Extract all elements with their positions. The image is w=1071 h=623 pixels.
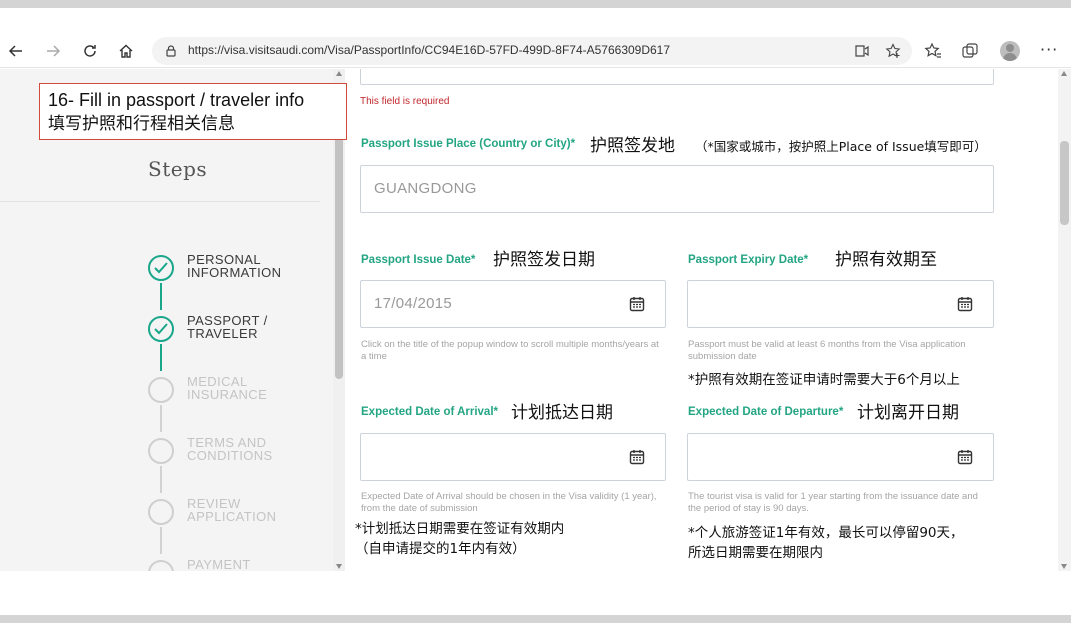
step-connector — [160, 283, 162, 310]
calendar-icon[interactable] — [629, 449, 645, 465]
profile-avatar[interactable] — [1000, 41, 1020, 61]
step-passport-traveler[interactable]: PASSPORT / TRAVELER — [148, 313, 328, 346]
issue-date-help: Click on the title of the popup window t… — [361, 339, 659, 362]
forward-button[interactable] — [40, 38, 66, 64]
calendar-icon[interactable] — [957, 449, 973, 465]
step-label: TERMS AND CONDITIONS — [187, 435, 273, 463]
step-label: MEDICAL INSURANCE — [187, 374, 268, 402]
annotation-text-cn: 填写护照和行程相关信息 — [48, 114, 235, 134]
departure-date-cn-requirement-2: 所选日期需要在期限内 — [688, 545, 823, 561]
departure-date-input[interactable] — [687, 433, 994, 481]
issue-date-input[interactable]: 17/04/2015 — [360, 280, 666, 328]
divider — [0, 201, 320, 202]
steps-sidebar: Steps PERSONAL INFORMATION PASSPORT / TR… — [0, 69, 333, 571]
window-bottom-area — [0, 571, 1071, 615]
step-status-circle — [148, 316, 174, 342]
step-connector — [160, 344, 162, 371]
arrival-date-label: Expected Date of Arrival* — [361, 406, 498, 418]
address-bar[interactable]: https://visa.visitsaudi.com/Visa/Passpor… — [152, 37, 912, 65]
departure-date-cn-note: 计划离开日期 — [857, 403, 959, 423]
expiry-date-input[interactable] — [687, 280, 994, 328]
expiry-date-cn-note: 护照有效期至 — [835, 250, 937, 270]
collections-icon[interactable] — [961, 42, 979, 60]
home-button[interactable] — [113, 38, 139, 64]
arrival-date-cn-note: 计划抵达日期 — [511, 403, 613, 423]
step-medical-insurance[interactable]: MEDICAL INSURANCE — [148, 374, 328, 407]
step-personal-information[interactable]: PERSONAL INFORMATION — [148, 252, 328, 285]
step-label: PASSPORT / TRAVELER — [187, 313, 268, 341]
step-status-circle — [148, 499, 174, 525]
step-status-circle — [148, 560, 174, 571]
window-bottom-border — [0, 615, 1071, 623]
departure-date-cn-requirement: *个人旅游签证1年有效，最长可以停留90天， — [688, 525, 964, 541]
url-text[interactable]: https://visa.visitsaudi.com/Visa/Passpor… — [188, 43, 670, 57]
issue-place-cn-subnote: （*国家或城市，按护照上Place of Issue填写即可） — [695, 139, 987, 154]
expiry-date-help: Passport must be valid at least 6 months… — [688, 339, 966, 362]
previous-field-input[interactable] — [360, 69, 994, 85]
issue-date-cn-note: 护照签发日期 — [493, 250, 595, 270]
scrollbar-thumb[interactable] — [1060, 141, 1069, 225]
tab-strip — [0, 8, 1071, 42]
step-label: REVIEW APPLICATION — [187, 496, 277, 524]
refresh-icon — [84, 45, 96, 57]
step-connector — [160, 466, 162, 493]
step-connector — [160, 405, 162, 432]
check-icon — [154, 262, 168, 274]
scroll-down-arrow-icon[interactable] — [1061, 564, 1067, 569]
issue-place-label: Passport Issue Place (Country or City)* — [361, 138, 576, 150]
arrival-date-cn-requirement-2: （自申请提交的1年内有效） — [355, 541, 526, 557]
expiry-date-label: Passport Expiry Date* — [688, 254, 809, 266]
arrival-date-help: Expected Date of Arrival should be chose… — [361, 491, 657, 514]
departure-date-label: Expected Date of Departure* — [688, 406, 844, 418]
issue-place-cn-note: 护照签发地 — [590, 136, 675, 156]
departure-date-help: The tourist visa is valid for 1 year sta… — [688, 491, 978, 514]
error-message: This field is required — [360, 96, 450, 107]
home-icon — [119, 44, 133, 58]
lock-icon[interactable] — [164, 44, 178, 58]
page-scrollbar[interactable] — [1058, 69, 1071, 571]
forward-icon — [47, 45, 61, 57]
calendar-icon[interactable] — [957, 296, 973, 312]
scroll-down-arrow-icon[interactable] — [336, 564, 342, 569]
read-aloud-icon[interactable] — [854, 43, 870, 59]
sidebar-scrollbar[interactable] — [333, 69, 345, 571]
expiry-date-cn-requirement: *护照有效期在签证申请时需要大于6个月以上 — [688, 372, 960, 388]
refresh-button[interactable] — [77, 38, 103, 64]
step-terms-and-conditions[interactable]: TERMS AND CONDITIONS — [148, 435, 328, 468]
calendar-icon[interactable] — [629, 296, 645, 312]
check-icon — [154, 323, 168, 335]
step-payment[interactable]: PAYMENT — [148, 557, 328, 571]
issue-place-value: GUANGDONG — [374, 180, 477, 197]
annotation-box: 16- Fill in passport / traveler info 填写护… — [39, 83, 347, 140]
step-connector — [160, 527, 162, 554]
browser-toolbar: https://visa.visitsaudi.com/Visa/Passpor… — [0, 34, 1071, 68]
scroll-up-arrow-icon[interactable] — [1061, 71, 1067, 76]
step-review-application[interactable]: REVIEW APPLICATION — [148, 496, 328, 529]
back-button[interactable] — [3, 38, 29, 64]
more-icon[interactable]: ··· — [1040, 40, 1058, 59]
favorites-icon[interactable] — [924, 42, 942, 60]
issue-date-value: 17/04/2015 — [374, 295, 453, 312]
step-label: PAYMENT — [187, 557, 251, 571]
step-label: PERSONAL INFORMATION — [187, 252, 282, 280]
arrival-date-cn-requirement: *计划抵达日期需要在签证有效期内 — [355, 521, 565, 537]
annotation-text-en: 16- Fill in passport / traveler info — [48, 90, 305, 110]
issue-place-input[interactable]: GUANGDONG — [360, 165, 994, 213]
step-status-circle — [148, 377, 174, 403]
window-top-border — [0, 0, 1071, 8]
arrival-date-input[interactable] — [360, 433, 666, 481]
step-status-circle — [148, 438, 174, 464]
favorite-add-icon[interactable] — [885, 43, 901, 59]
back-icon — [8, 45, 22, 57]
page-viewport: Steps PERSONAL INFORMATION PASSPORT / TR… — [0, 69, 1071, 571]
issue-date-label: Passport Issue Date* — [361, 254, 476, 266]
step-status-circle — [148, 255, 174, 281]
scroll-up-arrow-icon[interactable] — [336, 71, 342, 76]
steps-title: Steps — [148, 157, 208, 181]
